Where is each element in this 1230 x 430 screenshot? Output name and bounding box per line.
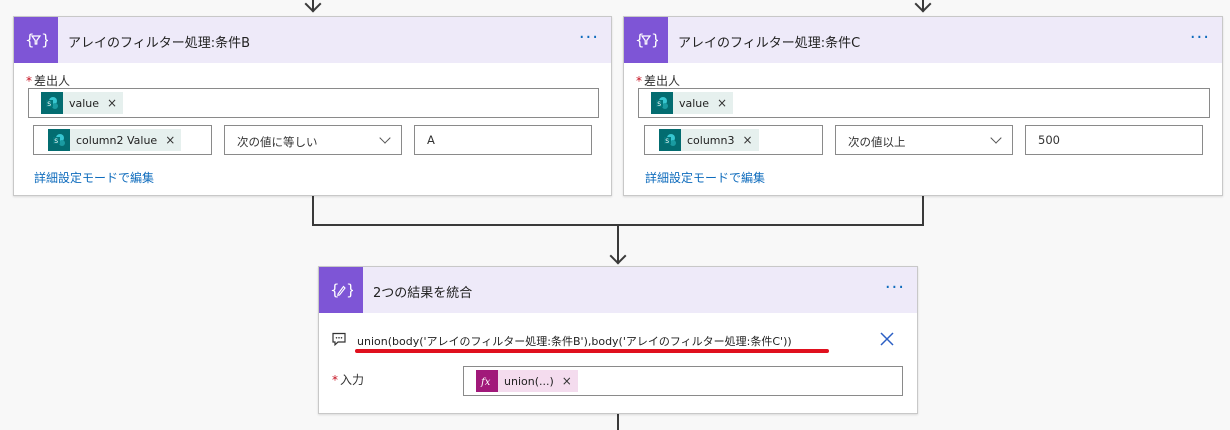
condition-left-input[interactable]: S column3 ×	[644, 125, 823, 155]
condition-value: A	[427, 133, 435, 147]
from-label-text: 差出人	[34, 74, 71, 88]
advanced-mode-link[interactable]: 詳細設定モードで編集	[34, 169, 154, 186]
operator-dropdown[interactable]: 次の値に等しい	[224, 125, 402, 155]
operator-dropdown[interactable]: 次の値以上	[835, 125, 1013, 155]
svg-text:{: {	[635, 31, 645, 49]
from-input[interactable]: S value ×	[638, 88, 1210, 118]
input-label-text: 入力	[340, 373, 365, 387]
compose-icon: { }	[319, 267, 363, 313]
connector-bottom	[617, 413, 619, 430]
from-input[interactable]: S value ×	[28, 88, 599, 118]
filter-array-card-b: { } アレイのフィルター処理:条件B ··· *差出人 S value × S…	[13, 16, 612, 196]
connector-right-down	[922, 195, 924, 225]
required-mark: *	[636, 74, 642, 88]
more-options-button[interactable]: ···	[1190, 29, 1210, 47]
close-icon[interactable]	[879, 331, 895, 350]
operator-selected: 次の値に等しい	[237, 135, 318, 149]
operator-selected: 次の値以上	[848, 135, 906, 149]
token-label: value	[69, 96, 100, 110]
condition-left-input[interactable]: S column2 Value ×	[33, 125, 212, 155]
advanced-mode-link[interactable]: 詳細設定モードで編集	[645, 169, 765, 186]
card-header[interactable]: { } アレイのフィルター処理:条件B ···	[14, 17, 611, 63]
remove-token-button[interactable]: ×	[165, 133, 175, 147]
input-label: * 入力	[332, 371, 364, 388]
card-title: アレイのフィルター処理:条件B	[68, 36, 251, 51]
card-header[interactable]: { } 2つの結果を統合 ···	[319, 267, 917, 313]
condition-value-input[interactable]: 500	[1025, 125, 1203, 155]
svg-text:}: }	[346, 281, 353, 299]
remove-token-button[interactable]: ×	[743, 133, 753, 147]
condition-value: 500	[1038, 133, 1060, 147]
token-label: union(...)	[504, 374, 554, 388]
filter-array-icon: { }	[624, 17, 668, 63]
token-label: column2 Value	[76, 133, 158, 147]
card-title: アレイのフィルター処理:条件C	[678, 36, 861, 51]
arrow-top-left	[304, 0, 322, 13]
sharepoint-icon: S	[41, 92, 63, 114]
compose-input[interactable]: fx union(...) ×	[463, 366, 903, 396]
svg-text:S: S	[665, 138, 669, 145]
value-token[interactable]: S value ×	[651, 92, 734, 114]
chevron-down-icon	[379, 132, 391, 144]
condition-value-input[interactable]: A	[414, 125, 592, 155]
svg-text:{: {	[25, 31, 35, 49]
arrow-top-right	[914, 0, 932, 13]
compose-card: { } 2つの結果を統合 ··· union(body('アレイのフィルター処理…	[318, 266, 918, 414]
remove-token-button[interactable]: ×	[562, 374, 572, 388]
annotation-underline	[355, 349, 829, 353]
remove-token-button[interactable]: ×	[717, 96, 727, 110]
from-label: * 差出人	[26, 72, 70, 89]
required-mark: *	[26, 74, 32, 88]
svg-text:{: {	[330, 281, 340, 299]
sharepoint-icon: S	[651, 92, 673, 114]
filter-array-card-c: { } アレイのフィルター処理:条件C ··· *差出人 S value × S…	[623, 16, 1223, 196]
more-options-button[interactable]: ···	[579, 29, 599, 47]
sharepoint-icon: S	[48, 129, 70, 151]
comment-icon	[331, 331, 347, 350]
more-options-button[interactable]: ···	[885, 279, 905, 297]
svg-text:}: }	[41, 31, 48, 49]
from-label: * 差出人	[636, 72, 680, 89]
from-label-text: 差出人	[644, 74, 681, 88]
card-header[interactable]: { } アレイのフィルター処理:条件C ···	[624, 17, 1222, 63]
token-label: value	[679, 96, 710, 110]
fx-icon: fx	[476, 370, 498, 392]
expression-token[interactable]: fx union(...) ×	[476, 370, 578, 392]
column-token[interactable]: S column3 ×	[659, 129, 759, 151]
column-token[interactable]: S column2 Value ×	[48, 129, 182, 151]
card-title: 2つの結果を統合	[373, 286, 473, 301]
svg-text:}: }	[651, 31, 658, 49]
chevron-down-icon	[990, 132, 1002, 144]
svg-text:S: S	[47, 101, 51, 108]
sharepoint-icon: S	[659, 129, 681, 151]
filter-array-icon: { }	[14, 17, 58, 63]
required-mark: *	[332, 373, 338, 387]
connector-left-down	[312, 195, 314, 225]
svg-text:S: S	[54, 138, 58, 145]
arrow-center	[609, 247, 627, 265]
remove-token-button[interactable]: ×	[107, 96, 117, 110]
expression-text: union(body('アレイのフィルター処理:条件B'),body('アレイの…	[357, 335, 792, 348]
value-token[interactable]: S value ×	[41, 92, 124, 114]
token-label: column3	[687, 133, 735, 147]
svg-text:fx: fx	[480, 377, 491, 388]
svg-text:S: S	[657, 101, 661, 108]
